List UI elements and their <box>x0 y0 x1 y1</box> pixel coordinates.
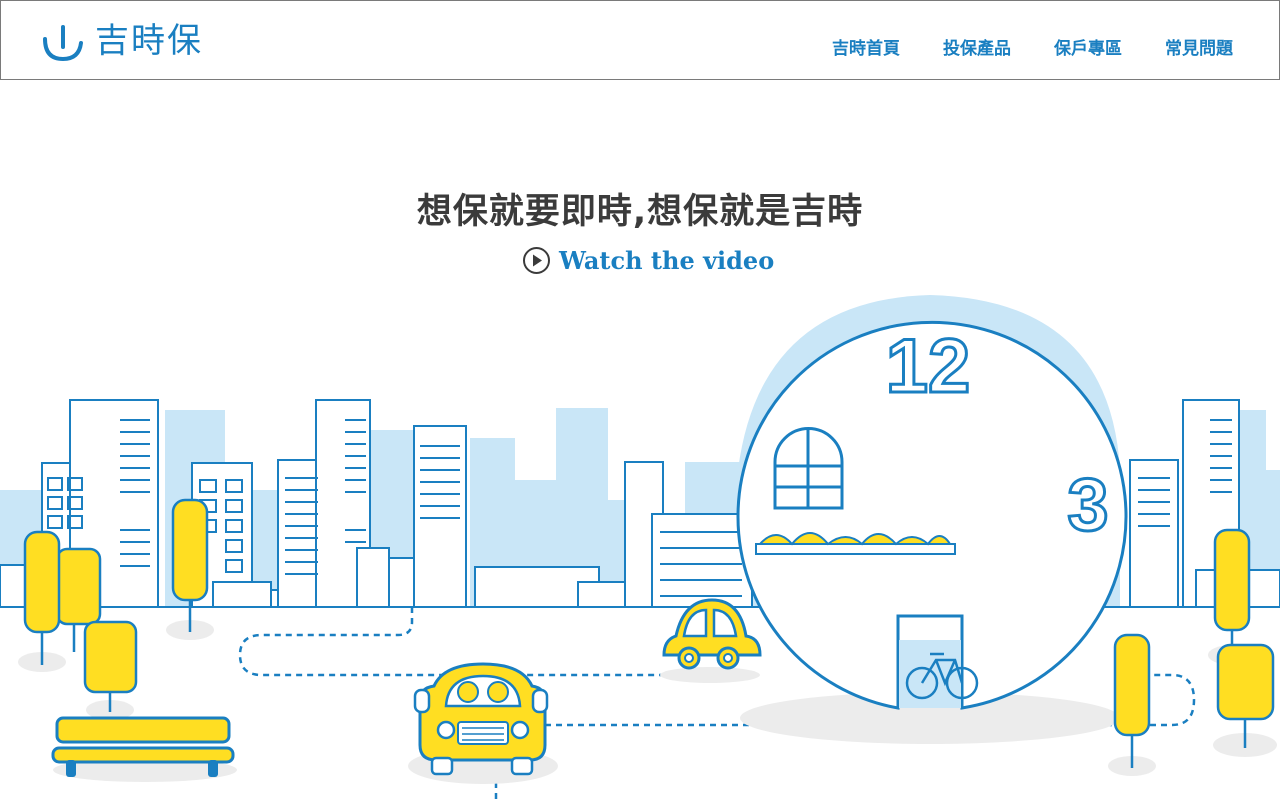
nav-item-products[interactable]: 投保產品 <box>943 34 1011 59</box>
nav-item-faq[interactable]: 常見問題 <box>1165 34 1233 59</box>
nav-item-home[interactable]: 吉時首頁 <box>832 34 900 59</box>
brand-logo[interactable]: 吉時保 <box>41 21 203 61</box>
clock: 12 3 <box>736 320 1128 744</box>
bench <box>51 716 237 782</box>
watch-video-label: Watch the video <box>559 246 775 275</box>
city-illustration: 12 3 <box>0 295 1280 803</box>
top-navigation-bar: 吉時保 吉時首頁 投保產品 保戶專區 常見問題 <box>0 0 1280 80</box>
clock-number-12: 12 <box>886 324 971 409</box>
big-car <box>408 662 558 784</box>
clock-number-3: 3 <box>1067 463 1108 546</box>
watch-video-link[interactable]: Watch the video <box>522 246 774 275</box>
nav-item-member-area[interactable]: 保戶專區 <box>1054 34 1122 59</box>
brand-name: 吉時保 <box>95 21 203 61</box>
play-circle-icon <box>523 247 550 274</box>
shelf <box>755 543 956 555</box>
hero-title: 想保就要即時,想保就是吉時 <box>416 192 864 232</box>
main-nav: 吉時首頁 投保產品 保戶專區 常見問題 <box>832 34 1233 59</box>
small-car <box>660 598 762 683</box>
clock-hand-icon <box>43 25 83 61</box>
